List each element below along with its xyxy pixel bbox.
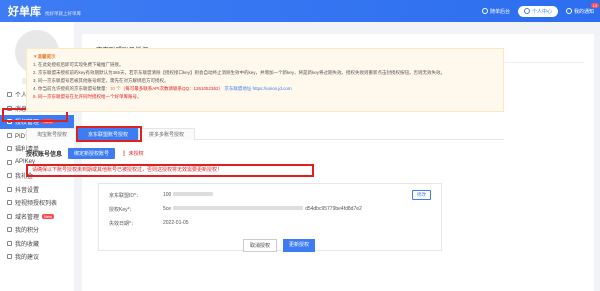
top-link-notifications[interactable]: 我的通知 13	[565, 2, 599, 15]
sidebar-item-11[interactable]: 我的收藏	[0, 237, 74, 251]
notice-qq: （每可最多联系API次数请联系QQ：1261052362）	[120, 86, 224, 91]
notice-line-3: 3. 同一京东联盟号若被其他账号绑定，需先在对方解绑后方可授权。	[33, 78, 169, 83]
info-label-jd-id: 京东联盟ID*：	[109, 193, 141, 199]
notice-line-5: 5. 同一京东联盟号在允许同时授权给一个好单库账号。	[33, 94, 142, 99]
notice-count: 30 个	[110, 86, 121, 91]
auth-info-panel: 京东联盟ID*： 100 授权Key*： 5ce d54dbc95779be4f…	[98, 183, 442, 252]
sidebar-item-label: 我的建议	[15, 255, 40, 262]
notice-box: ▼温馨提示 1. 在此处授权后即可实现免费下载推广链接。 2. 京东联盟未授权前…	[26, 48, 504, 112]
info-value-expiry: 2022-01-05	[163, 220, 189, 226]
info-value-jd-id: 100	[163, 192, 172, 198]
info-label-expiry: 失效日期*：	[109, 221, 136, 227]
info-row-jd-id: 京东联盟ID*： 100	[109, 192, 214, 199]
union-link[interactable]: https://union.jd.com	[253, 86, 292, 91]
tab-taobao[interactable]: 淘宝账号授权	[26, 128, 79, 140]
info-label-auth-key: 授权Key*：	[109, 207, 135, 213]
sidebar-item-12[interactable]: 我的建议	[0, 250, 74, 264]
union-link-label[interactable]: 京东联盟地址	[224, 86, 251, 91]
cancel-auth-button[interactable]: 取消授权	[243, 239, 278, 252]
top-link-notifications-label: 我的通知	[573, 8, 594, 15]
sidebar-item-label: 我的积分	[15, 228, 40, 235]
warning-message: 请确保以下账号授权未到期或其他账号已被授权过，否则这授权将无效需要更新授权！	[26, 164, 314, 177]
info-value-auth-key: 5ce	[163, 206, 172, 212]
redacted-value	[173, 206, 304, 210]
api-icon	[7, 159, 12, 165]
top-link-personal-center[interactable]: 个人中心	[517, 5, 558, 17]
notice-line-4: 4. 你当前允许授权的京东联盟号数量：30 个（每可最多联系API次数请联系QQ…	[33, 86, 292, 91]
user-icon	[7, 92, 12, 98]
logo-slogan: 找好单就上好单库	[45, 11, 81, 16]
notice-line-1: 1. 在此处授权后即可实现免费下载推广链接。	[33, 62, 124, 67]
backend-icon	[481, 8, 488, 14]
sidebar-item-9[interactable]: 域名管理 New	[0, 210, 74, 224]
top-link-backend[interactable]: 随单后台	[481, 8, 510, 15]
sidebar-item-7[interactable]: 抖音设置	[0, 183, 74, 197]
sidebar-item-tag: New	[42, 213, 55, 219]
user-icon	[523, 8, 530, 14]
bell-icon	[565, 8, 572, 14]
info-row-expiry: 失效日期*： 2022-01-05	[109, 220, 189, 227]
edit-button[interactable]: 修改	[412, 190, 431, 200]
sidebar-item-10[interactable]: 我的积分	[0, 223, 74, 237]
auth-section-title: 授权账号信息	[26, 152, 63, 158]
bind-new-account-button[interactable]: 绑定新授权账号	[68, 148, 116, 159]
redacted-value	[173, 192, 214, 196]
gift-icon	[7, 146, 12, 152]
notice-title: ▼温馨提示	[33, 54, 56, 59]
info-value-auth-key-tail: d54dbc95779be4fd8d7e2	[305, 206, 362, 212]
info-row-auth-key: 授权Key*： 5ce d54dbc95779be4fd8d7e2	[109, 206, 362, 213]
list-icon	[7, 200, 12, 206]
points-icon	[7, 227, 12, 233]
sidebar-item-label: 抖音设置	[15, 187, 40, 194]
top-link-personal-label: 个人中心	[531, 8, 552, 15]
sidebar-item-label: 域名管理	[15, 214, 40, 221]
feedback-icon	[7, 254, 12, 260]
top-bar: 好单库 找好单就上好单库 随单后台 个人中心 我的通知 13	[0, 0, 600, 22]
tab-pdd[interactable]: 拼多多账号授权	[138, 128, 196, 140]
video-icon	[7, 186, 12, 192]
top-link-backend-label: 随单后台	[489, 8, 510, 15]
update-auth-button[interactable]: 更新授权	[283, 239, 316, 252]
highlight-box-tab	[76, 126, 142, 142]
sidebar-item-label: 我的收藏	[15, 241, 40, 248]
logo-text: 好单库	[8, 6, 41, 18]
sidebar-item-8[interactable]: 短视频授权列表	[0, 196, 74, 210]
settings-icon	[7, 132, 12, 138]
coin-icon	[7, 173, 12, 179]
unauthorized-status: ❗ 未授权	[121, 151, 144, 157]
notice-line-2: 2. 京东联盟未授权前的key有效期默认为365天，若京东联盟清除【授权接口ke…	[33, 70, 446, 75]
star-icon	[7, 240, 12, 246]
sidebar-item-label: 短视频授权列表	[15, 201, 58, 208]
notification-count-badge: 13	[590, 2, 599, 8]
domain-icon	[7, 213, 12, 219]
logo[interactable]: 好单库 找好单就上好单库	[8, 3, 81, 19]
